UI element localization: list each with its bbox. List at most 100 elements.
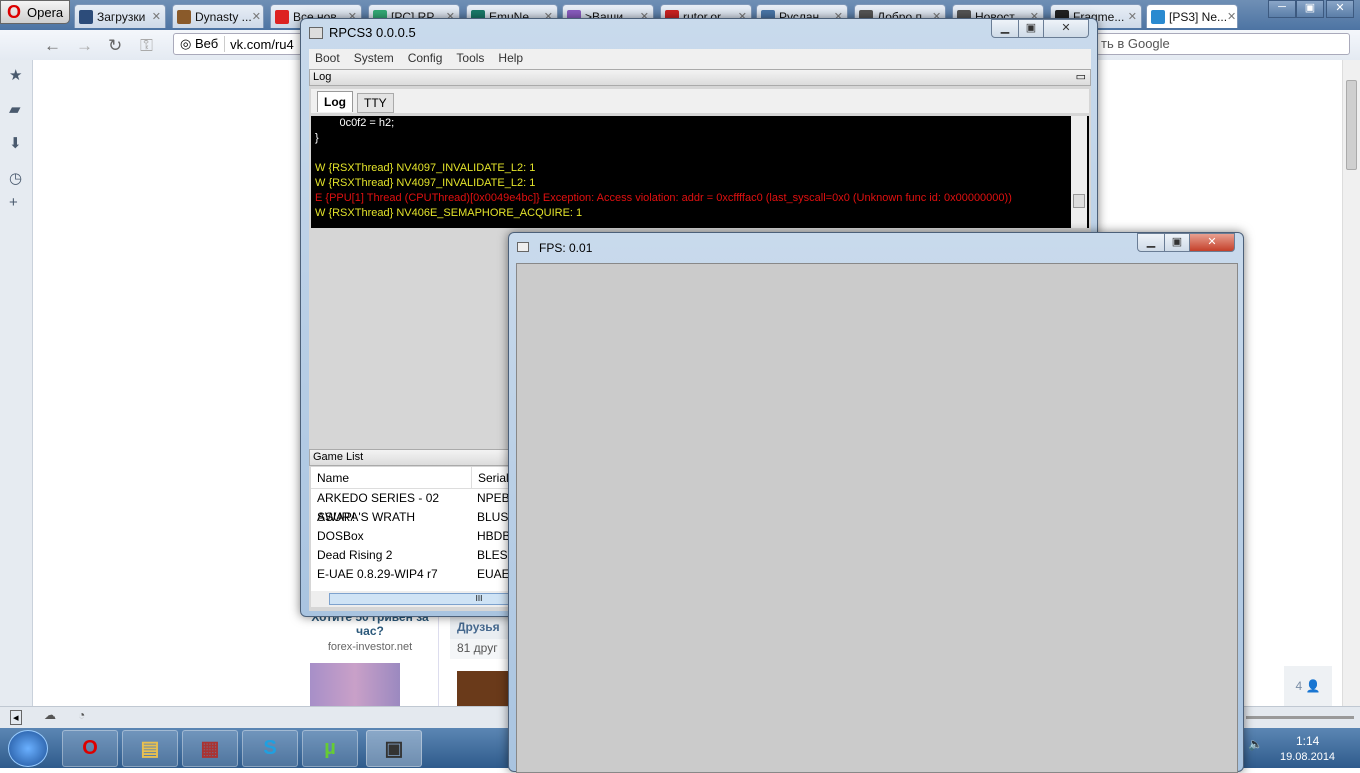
close-tab-icon[interactable]: ✕ [252,10,261,23]
fps-app-icon [517,242,529,252]
taskbar-opera[interactable]: O [62,730,118,767]
close-tab-icon[interactable]: ✕ [1128,10,1137,23]
menu-help[interactable]: Help [498,51,523,65]
column-serial[interactable]: Serial [471,467,509,488]
log-line: 0c0f2 = h2; [315,117,395,129]
scroll-thumb[interactable] [1346,80,1357,170]
notes-icon[interactable]: ▰ [9,100,21,118]
menu-system[interactable]: System [354,51,394,65]
game-name: ASURA'S WRATH [317,510,416,524]
page-scrollbar[interactable] [1342,60,1360,706]
menu-bar: Boot System Config Tools Help [309,49,1091,69]
start-button[interactable] [8,730,48,767]
fps-window: FPS: 0.01 ▁ ▣ ✕ [508,232,1244,773]
forward-icon[interactable]: → [76,36,93,56]
clock-time[interactable]: 1:14 [1296,734,1319,748]
taskbar-utorrent[interactable]: µ [302,730,358,767]
menu-tools[interactable]: Tools [456,51,484,65]
opera-sidebar: ★ ▰ ⬇ ◷ + [0,60,33,706]
friends-count: 81 друг [450,639,510,659]
zoom-slider[interactable] [1246,716,1354,719]
cloud-icon[interactable]: ☁ [44,708,56,722]
browser-tab[interactable]: [PS3] Ne... ✕ [1146,4,1238,28]
speed-icon[interactable]: ◔ [78,708,85,722]
browser-minimize-button[interactable]: ─ [1268,0,1296,18]
friends-header[interactable]: Друзья [450,617,510,639]
float-panel-icon[interactable]: ▭ [1076,70,1086,83]
rpcs3-app-icon [309,27,323,39]
tab-title: [PS3] Ne... [1169,9,1228,24]
log-line: E {PPU[1] Thread (CPUThread)[0x0049e4bc]… [315,192,1012,204]
favicon-icon [177,9,191,24]
game-serial: BLUS- [477,510,513,524]
log-line: W {RSXThread} NV4097_INVALIDATE_L2: 1 [315,177,536,189]
favicon-icon [79,9,93,24]
log-line: W {RSXThread} NV4097_INVALIDATE_L2: 1 [315,162,536,174]
log-scrollbar[interactable] [1071,116,1087,228]
close-button[interactable]: ✕ [1043,19,1089,38]
address-field[interactable]: ◎ Веб vk.com/ru4 [173,33,313,55]
minimize-button[interactable]: ▁ [991,19,1019,38]
game-name: ARKEDO SERIES - 02 SWAP! [317,491,440,524]
online-friends-button[interactable]: 4 👤 [1284,666,1332,706]
favicon-icon [275,9,289,24]
log-output[interactable]: 0c0f2 = h2;} W {RSXThread} NV4097_INVALI… [311,116,1089,228]
back-icon[interactable]: ← [44,36,61,56]
rpcs3-title: RPCS3 0.0.0.5 [329,25,416,40]
fps-title: FPS: 0.01 [539,241,593,255]
tab-title: Загрузки [97,9,146,24]
close-tab-icon[interactable]: ✕ [1227,10,1236,23]
clock-date[interactable]: 19.08.2014 [1280,751,1335,763]
render-area[interactable] [516,263,1238,773]
tab-log[interactable]: Log [317,91,353,112]
menu-config[interactable]: Config [408,51,443,65]
log-tabs: Log TTY [311,89,1089,113]
history-icon[interactable]: ◷ [9,169,22,187]
taskbar-rpcs3[interactable]: ▣ [366,730,422,767]
close-tab-icon[interactable]: ✕ [152,10,161,23]
reload-icon[interactable]: ↻ [108,36,122,56]
log-panel-header: Log ▭ [309,69,1091,86]
browser-close-button[interactable]: ✕ [1326,0,1354,18]
game-name: Dead Rising 2 [317,548,393,562]
browser-restore-button[interactable]: ▣ [1296,0,1324,18]
tab-title: Dynasty ... [195,9,252,24]
friend-avatar[interactable] [457,671,508,706]
opera-label: Opera [27,4,64,20]
log-panel-title: Log [313,71,332,83]
opera-logo-icon: O [7,1,22,22]
fps-close-button[interactable]: ✕ [1189,233,1235,252]
menu-boot[interactable]: Boot [315,51,340,65]
volume-icon[interactable]: 🔈 [1248,737,1263,751]
key-icon[interactable]: ⚿ [140,36,153,56]
browser-tab[interactable]: Загрузки ✕ [74,4,166,28]
fps-maximize-button[interactable]: ▣ [1164,233,1190,252]
log-line: W {RSXThread} NV406E_SEMAPHORE_ACQUIRE: … [315,207,583,219]
game-serial: BLES- [477,548,512,562]
taskbar-skype[interactable]: S [242,730,298,767]
ad-domain[interactable]: forex-investor.net [300,641,440,653]
online-count: 4 [1295,679,1303,693]
downloads-icon[interactable]: ⬇ [9,134,22,152]
ad-image[interactable] [310,663,400,706]
url-badge-label: Веб [194,36,219,51]
star-icon[interactable]: ★ [9,66,22,84]
panel-toggle-icon[interactable]: ◂ [10,710,22,725]
add-icon[interactable]: + [9,194,18,211]
url-text: vk.com/ru4 [230,36,294,52]
tab-tty[interactable]: TTY [357,93,394,113]
maximize-button[interactable]: ▣ [1018,19,1044,38]
log-line: } [315,132,319,144]
game-name: E-UAE 0.8.29-WIP4 r7 [317,567,438,581]
fps-minimize-button[interactable]: ▁ [1137,233,1165,252]
taskbar-archiver[interactable]: ▦ [182,730,238,767]
taskbar-explorer[interactable]: ▤ [122,730,178,767]
column-name[interactable]: Name [311,467,471,488]
search-field[interactable]: ть в Google [1096,33,1350,55]
browser-tab[interactable]: Dynasty ... ✕ [172,4,264,28]
opera-menu-button[interactable]: O Opera [0,0,70,24]
favicon-icon [1151,9,1165,24]
game-name: DOSBox [317,529,364,543]
url-badge: ◎ Веб [174,36,226,52]
